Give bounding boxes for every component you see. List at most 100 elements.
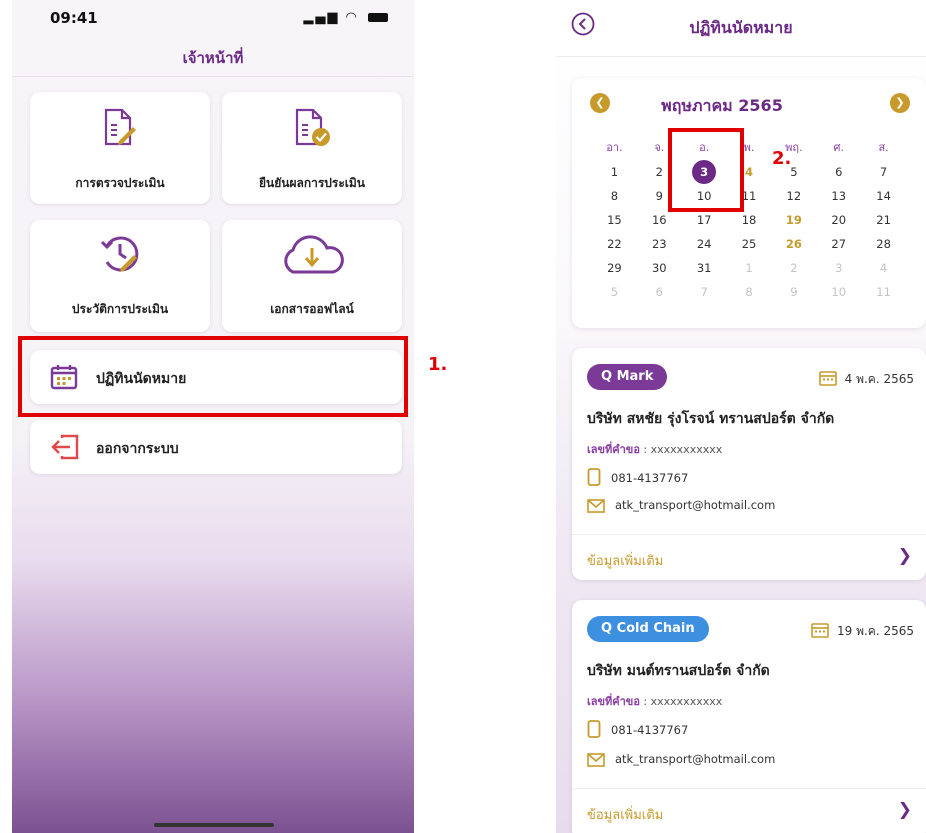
tile-assessment[interactable]: การตรวจประเมิน xyxy=(30,92,210,204)
email-address[interactable]: atk_transport@hotmail.com xyxy=(615,498,775,512)
calendar-day-outside-month: 9 xyxy=(771,280,816,304)
calendar-day-number: 29 xyxy=(607,261,622,275)
calendar-day[interactable]: 12 xyxy=(771,184,816,208)
calendar-day[interactable]: 13 xyxy=(816,184,861,208)
status-bar: 09:41 ▂▄▆ ◠ xyxy=(12,0,414,36)
calendar-icon xyxy=(811,623,829,638)
next-month-button[interactable]: ❯ xyxy=(890,93,910,113)
history-icon xyxy=(100,236,139,272)
document-check-icon xyxy=(295,108,330,146)
company-name: บริษัท สหชัย รุ่งโรจน์ ทรานสปอร์ต จำกัด xyxy=(587,411,835,427)
tile-offline-documents[interactable]: เอกสารออฟไลน์ xyxy=(222,220,402,332)
phone-number[interactable]: 081-4137767 xyxy=(611,471,688,485)
email-row: atk_transport@hotmail.com xyxy=(587,752,775,767)
calendar-day-outside-month: 4 xyxy=(861,256,906,280)
calendar-day-number: 4 xyxy=(745,165,754,179)
calendar-week-row: 29 30 31 1 2 3 4 xyxy=(592,256,906,280)
calendar-day-number: 27 xyxy=(831,237,847,251)
calendar-day-number: 6 xyxy=(835,165,843,179)
calendar-day-outside-month: 8 xyxy=(727,280,772,304)
status-time: 09:41 xyxy=(50,9,98,27)
chevron-right-icon: ❯ xyxy=(897,800,912,820)
appointment-card: Q Cold Chain 19 พ.ค. 2565 บริษัท มนต์ทรา… xyxy=(572,600,926,833)
calendar-day[interactable]: 14 xyxy=(861,184,906,208)
calendar-day-number: 4 xyxy=(879,261,888,275)
mail-icon xyxy=(587,499,605,513)
calendar-day[interactable]: 27 xyxy=(816,232,861,256)
request-label: เลขที่คำขอ xyxy=(587,443,640,456)
highlight-box-step-1 xyxy=(18,336,408,417)
tile-label: ประวัติการประเมิน xyxy=(71,302,169,316)
calendar-day[interactable]: 28 xyxy=(861,232,906,256)
calendar-day-number: 9 xyxy=(790,285,798,299)
calendar-day-number: 28 xyxy=(876,237,891,251)
email-row: atk_transport@hotmail.com xyxy=(587,498,775,513)
status-icons: ▂▄▆ ◠ xyxy=(303,10,388,25)
signal-icon: ▂▄▆ xyxy=(303,10,340,25)
calendar-day-number: 2 xyxy=(790,261,798,275)
tile-assessment-history[interactable]: ประวัติการประเมิน xyxy=(30,220,210,332)
menu-logout[interactable]: ออกจากระบบ xyxy=(30,420,402,474)
mail-icon xyxy=(587,753,605,767)
more-info-button[interactable]: ข้อมูลเพิ่มเติม ❯ xyxy=(572,534,926,581)
phone-number[interactable]: 081-4137767 xyxy=(611,723,688,737)
calendar-day[interactable]: 19 xyxy=(771,208,816,232)
phone-row: 081-4137767 xyxy=(587,468,688,486)
calendar-day[interactable]: 31 xyxy=(682,256,727,280)
calendar-day-number: 11 xyxy=(876,285,891,299)
calendar-day[interactable]: 20 xyxy=(816,208,861,232)
more-info-button[interactable]: ข้อมูลเพิ่มเติม ❯ xyxy=(572,788,926,833)
calendar-day-number: 1 xyxy=(745,261,753,275)
tile-label: การตรวจประเมิน xyxy=(75,176,165,190)
calendar-week-row: 8 9 10 11 12 13 14 xyxy=(592,184,906,208)
request-number: เลขที่คำขอ : xxxxxxxxxxx xyxy=(587,692,722,710)
calendar-day[interactable]: 7 xyxy=(861,160,906,184)
appointment-date: 19 พ.ค. 2565 xyxy=(811,622,914,641)
calendar-day[interactable]: 8 xyxy=(592,184,637,208)
calendar-week-row: 5 6 7 8 9 10 11 xyxy=(592,280,906,304)
calendar-day[interactable]: 26 xyxy=(771,232,816,256)
calendar-day[interactable]: 29 xyxy=(592,256,637,280)
calendar-day-number: 24 xyxy=(696,237,712,251)
calendar-day[interactable]: 15 xyxy=(592,208,637,232)
phone-icon xyxy=(587,468,601,486)
calendar-day[interactable]: 21 xyxy=(861,208,906,232)
calendar-day[interactable]: 6 xyxy=(816,160,861,184)
tile-confirm-results[interactable]: ยืนยันผลการประเมิน xyxy=(222,92,402,204)
request-value: : xxxxxxxxxxx xyxy=(639,443,723,456)
calendar-day-number: 26 xyxy=(785,237,802,251)
right-phone-screen: ปฏิทินนัดหมาย ❮ พฤษภาคม 2565 ❯ อา. จ. อ. พ.… xyxy=(556,0,926,833)
calendar-day-outside-month: 11 xyxy=(861,280,906,304)
more-info-label: ข้อมูลเพิ่มเติม xyxy=(587,808,664,823)
tile-label: ยืนยันผลการประเมิน xyxy=(258,176,366,190)
calendar-day[interactable]: 24 xyxy=(682,232,727,256)
calendar-day[interactable]: 23 xyxy=(637,232,682,256)
request-label: เลขที่คำขอ xyxy=(587,695,640,708)
request-number: เลขที่คำขอ : xxxxxxxxxxx xyxy=(587,440,722,458)
calendar-day-number: 5 xyxy=(610,285,619,299)
calendar-day-number: 2 xyxy=(655,165,663,179)
calendar-month-title: พฤษภาคม 2565 xyxy=(661,96,783,115)
calendar-day[interactable]: 30 xyxy=(637,256,682,280)
company-name: บริษัท มนต์ทรานสปอร์ต จำกัด xyxy=(587,663,770,679)
calendar-day[interactable]: 25 xyxy=(727,232,772,256)
step-label-1: 1. xyxy=(428,354,448,375)
standard-badge: Q Mark xyxy=(587,364,668,390)
calendar-card: ❮ พฤษภาคม 2565 ❯ อา. จ. อ. พ. พฤ. ศ. ส. 1 2 3 4 5 6 7… xyxy=(572,78,926,328)
chevron-right-icon: ❯ xyxy=(895,96,905,109)
calendar-day-number: 17 xyxy=(696,213,712,227)
phone-icon xyxy=(587,720,601,738)
calendar-day-number: 3 xyxy=(835,261,843,275)
calendar-day[interactable]: 1 xyxy=(592,160,637,184)
more-info-label: ข้อมูลเพิ่มเติม xyxy=(587,554,664,569)
email-address[interactable]: atk_transport@hotmail.com xyxy=(615,752,775,766)
calendar-day[interactable]: 22 xyxy=(592,232,637,256)
weekday-label: ศ. xyxy=(833,141,844,154)
calendar-week-row: 22 23 24 25 26 27 28 xyxy=(592,232,906,256)
calendar-day-number: 7 xyxy=(700,285,708,299)
document-edit-icon xyxy=(104,108,136,146)
weekday-label: อา. xyxy=(606,141,623,154)
appointment-date-text: 19 พ.ค. 2565 xyxy=(836,624,914,638)
calendar-day-number: 22 xyxy=(607,237,622,251)
calendar-day-outside-month: 7 xyxy=(682,280,727,304)
